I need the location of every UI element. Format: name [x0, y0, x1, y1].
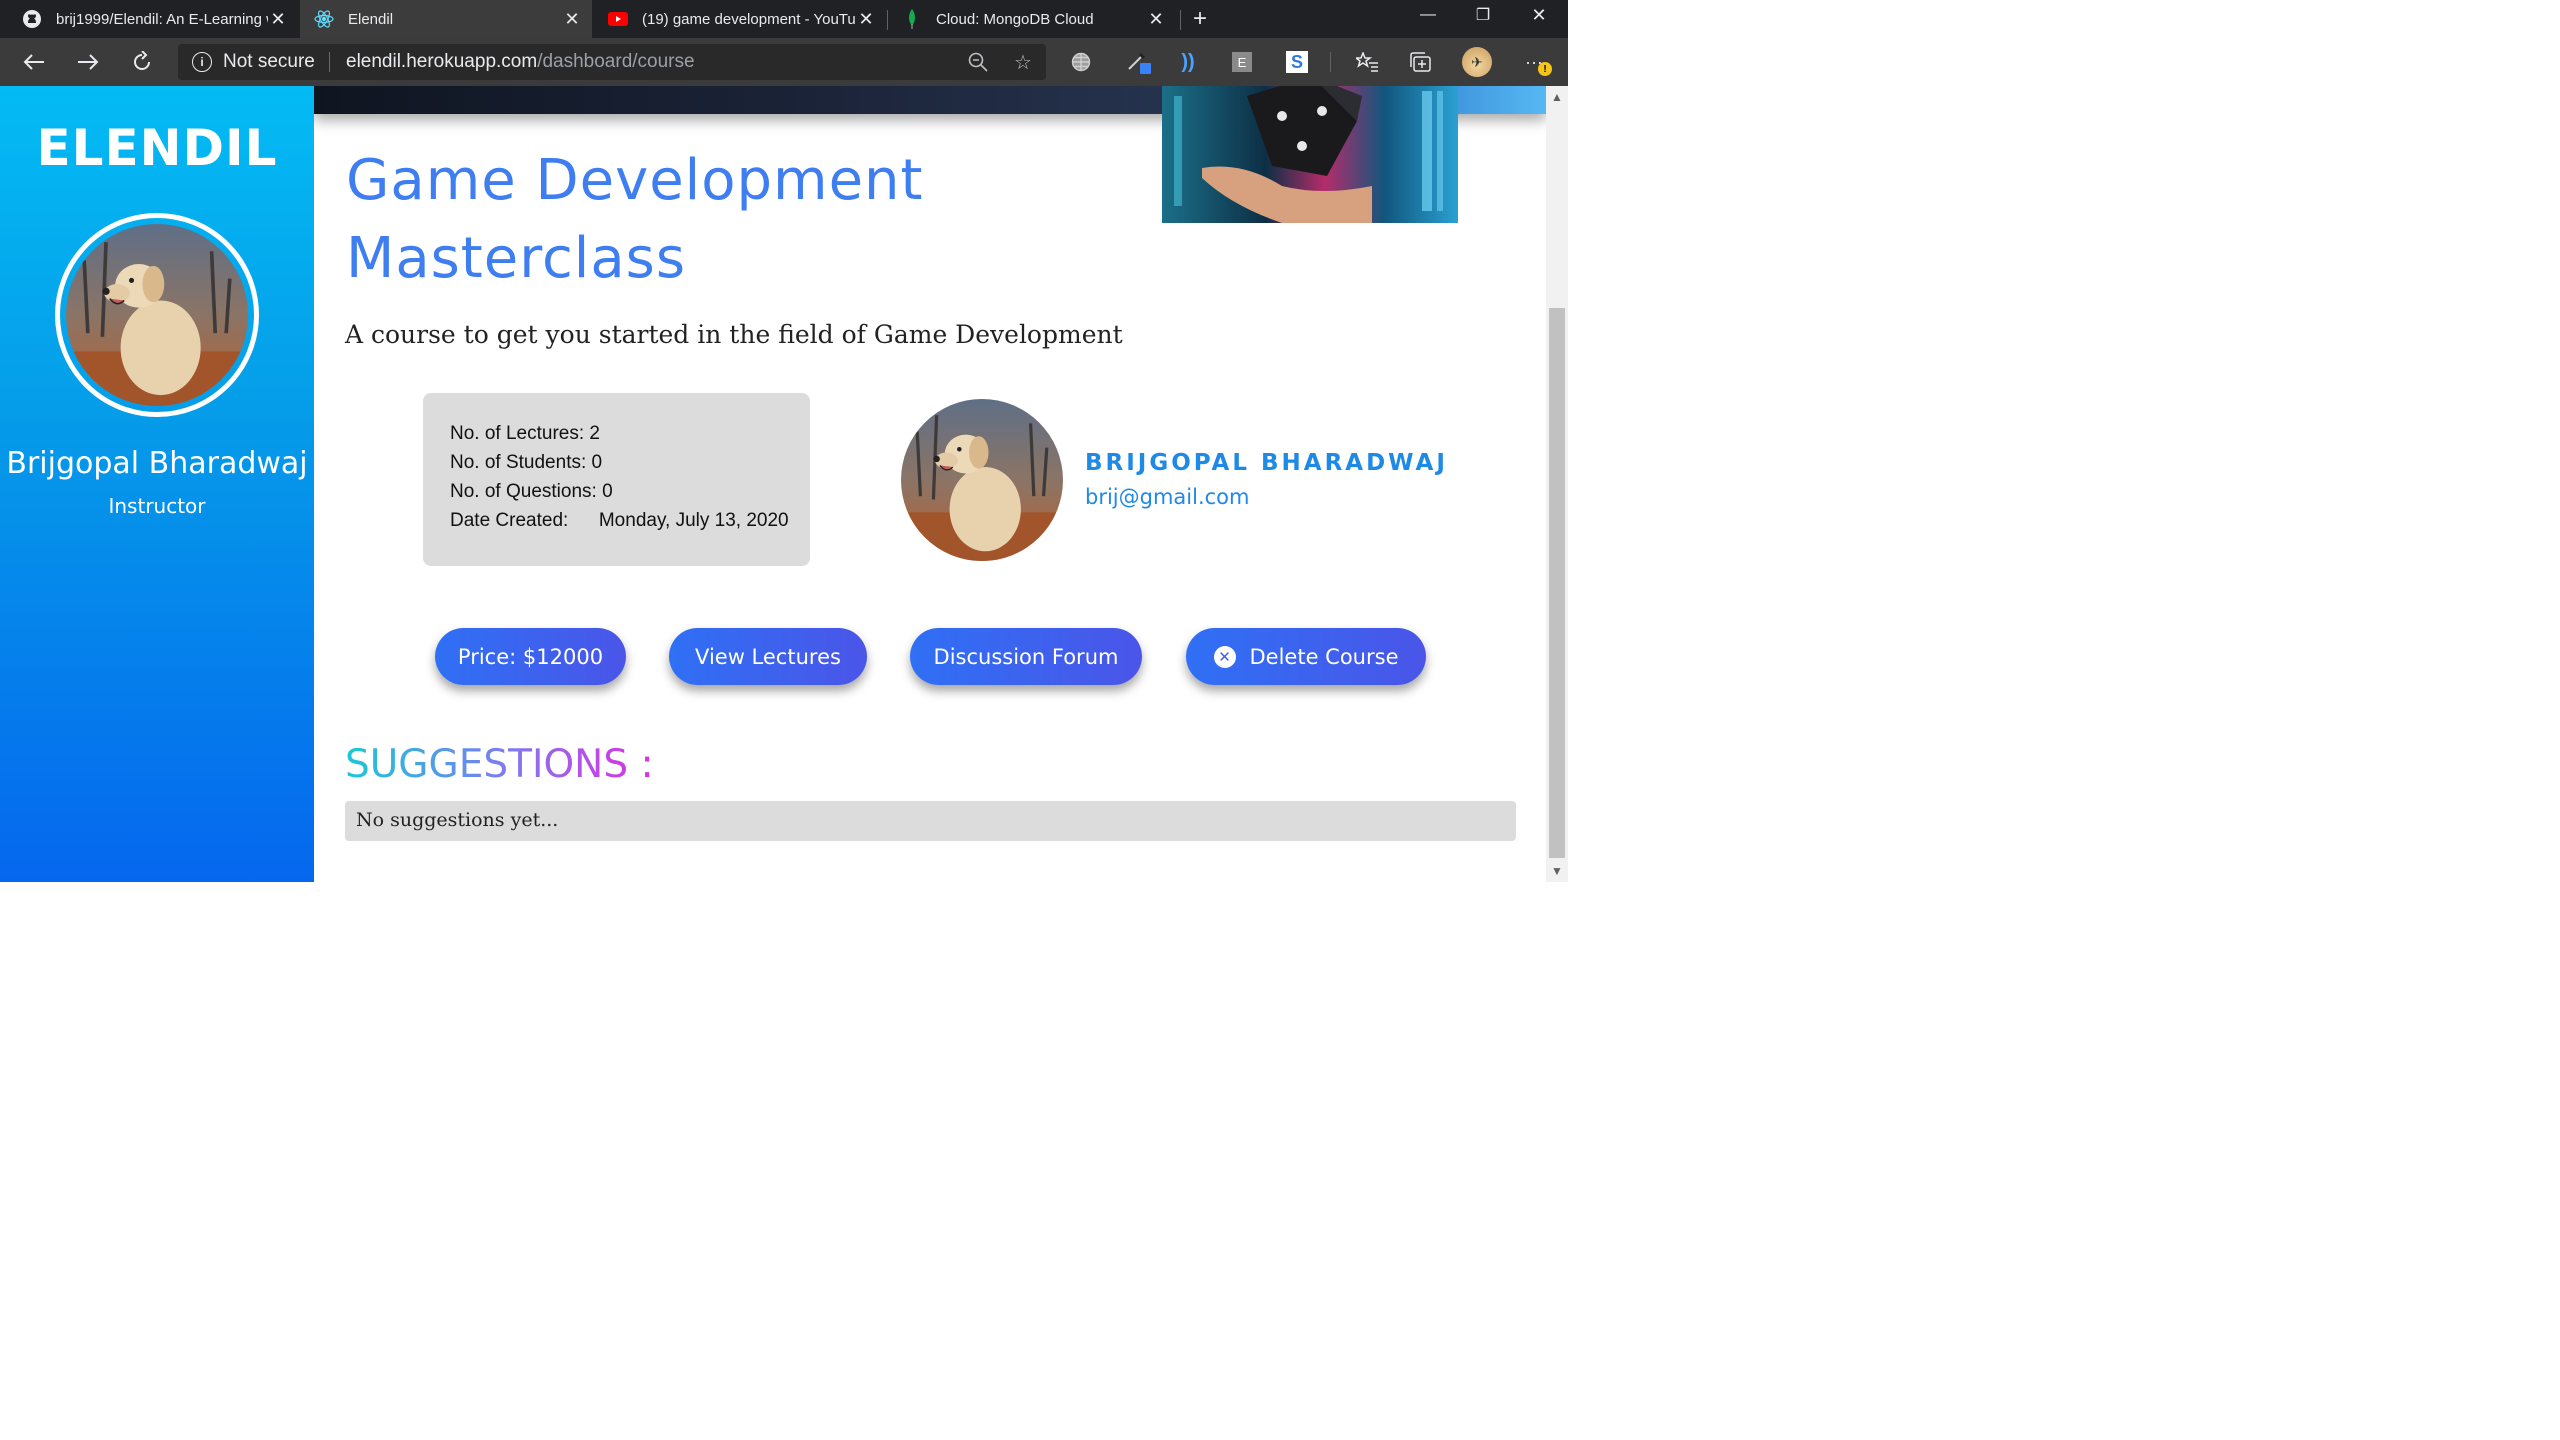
new-tab-plus-icon[interactable]: + [1180, 0, 1220, 38]
instructor-name: BRIJGOPAL BHARADWAJ [1085, 450, 1448, 476]
scroll-down-arrow-icon[interactable]: ▼ [1546, 860, 1568, 882]
url-text[interactable]: elendil.herokuapp.com/dashboard/course [346, 51, 695, 73]
discussion-forum-button[interactable]: Discussion Forum [910, 628, 1142, 685]
youtube-icon [608, 9, 628, 29]
address-bar[interactable]: i Not secure elendil.herokuapp.com/dashb… [178, 44, 1046, 80]
date-created-value: Monday, July 13, 2020 [598, 510, 789, 531]
course-title-line1: Game Development [346, 148, 924, 213]
questions-count: No. of Questions: 0 [450, 481, 613, 502]
tab-elendil[interactable]: Elendil ✕ [300, 0, 592, 38]
app-logo[interactable]: ELENDIL [0, 119, 314, 177]
course-image [1162, 86, 1458, 223]
toolbar-divider [1330, 52, 1331, 72]
suggestions-list: No suggestions yet... [345, 801, 1516, 841]
back-arrow-icon[interactable] [14, 38, 54, 86]
course-stats-card: No. of Lectures: 2 No. of Students: 0 No… [423, 393, 810, 566]
url-host: elendil.herokuapp.com [346, 51, 538, 72]
tab-title: Elendil [348, 10, 394, 28]
close-icon[interactable]: ✕ [268, 9, 288, 30]
minimize-window-button[interactable]: — [1405, 0, 1451, 30]
lectures-count: No. of Lectures: 2 [450, 423, 600, 444]
students-count: No. of Students: 0 [450, 452, 603, 473]
instructor-email[interactable]: brij@gmail.com [1085, 485, 1249, 509]
zoom-icon[interactable] [964, 48, 992, 76]
course-title: Game Development Masterclass [346, 142, 1126, 298]
react-icon [314, 9, 334, 29]
scroll-thumb[interactable] [1549, 308, 1565, 858]
instructor-avatar [901, 399, 1063, 561]
e-extension-icon[interactable]: E [1222, 38, 1262, 86]
tab-mongodb[interactable]: Cloud: MongoDB Cloud ✕ [900, 0, 1172, 38]
dog-photo [66, 224, 248, 406]
forward-arrow-icon[interactable] [68, 38, 108, 86]
info-icon[interactable]: i [192, 52, 212, 72]
close-icon[interactable]: ✕ [1146, 9, 1166, 30]
course-title-line2: Masterclass [346, 226, 687, 291]
date-created-row: Date Created: Monday, July 13, 2020 [450, 506, 810, 535]
browser-toolbar: i Not secure elendil.herokuapp.com/dashb… [0, 38, 1568, 86]
github-icon [22, 9, 42, 29]
view-lectures-button[interactable]: View Lectures [669, 628, 867, 685]
profile-avatar [55, 213, 259, 417]
sidebar: ELENDIL Brijgopal Bharadwaj Instructor [0, 86, 314, 882]
tab-youtube[interactable]: (19) game development - YouTul ✕ [600, 0, 882, 38]
browser-tab-bar: brij1999/Elendil: An E-Learning w ✕ Elen… [0, 0, 1568, 38]
eyedropper-extension-icon[interactable] [1118, 38, 1158, 86]
delete-course-label: Delete Course [1249, 644, 1399, 669]
tab-title: Cloud: MongoDB Cloud [936, 10, 1094, 28]
url-path: /dashboard/course [537, 51, 695, 72]
user-role: Instructor [108, 494, 206, 518]
security-status-label[interactable]: Not secure [223, 51, 315, 73]
scroll-up-arrow-icon[interactable]: ▲ [1546, 86, 1568, 108]
price-button[interactable]: Price: $12000 [435, 628, 626, 685]
tab-title: brij1999/Elendil: An E-Learning w [56, 10, 268, 28]
suggestions-empty-text: No suggestions yet... [356, 809, 559, 831]
address-divider [329, 52, 330, 72]
date-created-label: Date Created: [450, 510, 569, 531]
s-extension-icon[interactable]: S [1277, 38, 1317, 86]
suggestions-heading: SUGGESTIONS : [345, 742, 654, 787]
tab-github[interactable]: brij1999/Elendil: An E-Learning w ✕ [0, 0, 300, 38]
settings-menu-icon[interactable]: ···! [1514, 38, 1554, 86]
user-name: Brijgopal Bharadwaj [6, 446, 308, 481]
tab-title: (19) game development - YouTul [642, 10, 856, 28]
read-aloud-icon[interactable]: )) [1168, 38, 1208, 86]
close-icon[interactable]: ✕ [562, 9, 582, 30]
delete-course-button[interactable]: ✕ Delete Course [1186, 628, 1426, 685]
tab-divider [887, 10, 888, 30]
favorites-list-icon[interactable] [1347, 38, 1387, 86]
close-window-button[interactable]: ✕ [1516, 0, 1562, 30]
reload-icon[interactable] [122, 38, 162, 86]
page-scrollbar[interactable]: ▲ ▼ [1546, 86, 1568, 882]
course-description: A course to get you started in the field… [345, 320, 1123, 349]
restore-window-button[interactable]: ❐ [1460, 0, 1506, 30]
course-dashboard: Game Development Masterclass A course to… [314, 86, 1546, 882]
collections-icon[interactable] [1401, 38, 1441, 86]
warning-badge-icon: ! [1538, 62, 1552, 76]
price-label: Price: $12000 [457, 644, 604, 669]
close-icon[interactable]: ✕ [856, 9, 876, 30]
mongodb-leaf-icon [902, 9, 922, 29]
view-lectures-label: View Lectures [695, 644, 841, 669]
globe-extension-icon[interactable] [1061, 38, 1101, 86]
profile-avatar-icon[interactable]: ✈ [1457, 38, 1497, 86]
close-circle-icon: ✕ [1213, 645, 1236, 668]
favorite-star-icon[interactable]: ☆ [1009, 48, 1037, 76]
discussion-forum-label: Discussion Forum [933, 644, 1119, 669]
